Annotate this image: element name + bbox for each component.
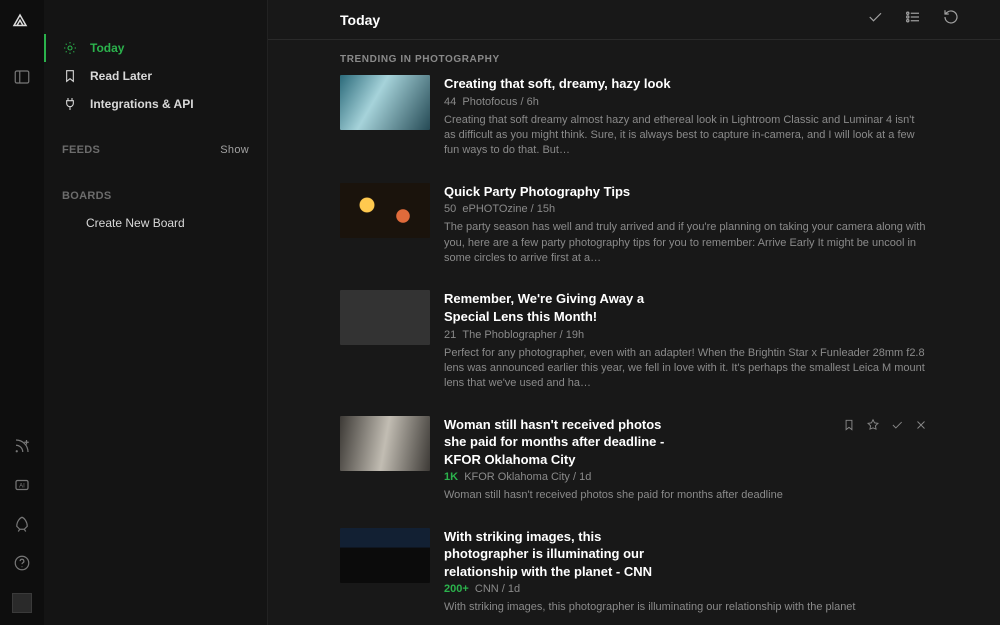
article-summary: Creating that soft dreamy almost hazy an… xyxy=(444,113,928,159)
article-meta: 50 ePHOTOzine / 15h xyxy=(444,203,928,215)
article-thumbnail xyxy=(340,183,430,238)
article-title: Creating that soft, dreamy, hazy look xyxy=(444,75,674,93)
article-source: Photofocus xyxy=(462,96,517,108)
rocket-icon[interactable] xyxy=(13,515,31,538)
engagement-count: 50 xyxy=(444,203,456,215)
article-title: With striking images, this photographer … xyxy=(444,528,674,581)
engagement-count: 21 xyxy=(444,329,456,341)
article-row[interactable]: With striking images, this photographer … xyxy=(340,528,928,616)
topbar: Today xyxy=(268,0,1000,40)
today-icon xyxy=(62,40,78,56)
layout-icon[interactable] xyxy=(904,8,922,31)
save-icon[interactable] xyxy=(842,418,856,437)
sidebar-item-label: Today xyxy=(90,41,124,55)
article-thumbnail xyxy=(340,290,430,345)
ai-icon[interactable]: AI xyxy=(13,476,31,499)
mark-read-icon[interactable] xyxy=(866,8,884,31)
article-summary: With striking images, this photographer … xyxy=(444,600,928,615)
page-title: Today xyxy=(340,12,866,28)
article-age: 19h xyxy=(566,329,584,341)
article-row[interactable]: Remember, We're Giving Away a Special Le… xyxy=(340,290,928,391)
article-row[interactable]: Quick Party Photography Tips 50 ePHOTOzin… xyxy=(340,183,928,267)
help-icon[interactable] xyxy=(13,554,31,577)
article-source: ePHOTOzine xyxy=(462,203,527,215)
boards-header: BOARDS xyxy=(44,182,267,210)
article-age: 1d xyxy=(508,583,520,595)
article-meta: 1K KFOR Oklahoma City / 1d xyxy=(444,471,928,483)
add-feed-icon[interactable] xyxy=(13,437,31,460)
account-square-icon[interactable] xyxy=(12,593,32,613)
engagement-count: 1K xyxy=(444,471,458,483)
article-thumbnail xyxy=(340,528,430,583)
sidebar: Today Read Later Integrations & API FEED… xyxy=(44,0,268,625)
panel-toggle-icon[interactable] xyxy=(13,68,31,91)
icon-rail: AI xyxy=(0,0,44,625)
article-title: Woman still hasn't received photos she p… xyxy=(444,416,674,469)
logo-icon[interactable] xyxy=(11,12,33,34)
article-source: The Phoblographer xyxy=(462,329,556,341)
feeds-show-link[interactable]: Show xyxy=(220,144,249,156)
create-board-link[interactable]: Create New Board xyxy=(44,210,267,236)
article-list: TRENDING IN PHOTOGRAPHY Creating that so… xyxy=(268,40,1000,625)
star-icon[interactable] xyxy=(866,418,880,437)
article-row[interactable]: Woman still hasn't received photos she p… xyxy=(340,416,928,504)
sidebar-item-label: Read Later xyxy=(90,69,152,83)
article-meta: 200+ CNN / 1d xyxy=(444,583,928,595)
article-source: CNN xyxy=(475,583,499,595)
article-summary: The party season has well and truly arri… xyxy=(444,220,928,266)
refresh-icon[interactable] xyxy=(942,8,960,31)
article-title: Remember, We're Giving Away a Special Le… xyxy=(444,290,674,325)
main: Today TRENDING IN PHOTOGRAPHY Creating t… xyxy=(268,0,1000,625)
close-icon[interactable] xyxy=(914,418,928,437)
row-actions xyxy=(842,418,928,437)
article-meta: 44 Photofocus / 6h xyxy=(444,96,928,108)
engagement-count: 200+ xyxy=(444,583,469,595)
sidebar-item-label: Integrations & API xyxy=(90,97,194,111)
sidebar-item-integrations[interactable]: Integrations & API xyxy=(44,90,267,118)
article-row[interactable]: Creating that soft, dreamy, hazy look 44 … xyxy=(340,75,928,159)
article-source: KFOR Oklahoma City xyxy=(464,471,570,483)
article-title: Quick Party Photography Tips xyxy=(444,183,674,201)
plug-icon xyxy=(62,96,78,112)
sidebar-item-today[interactable]: Today xyxy=(44,34,267,62)
engagement-count: 44 xyxy=(444,96,456,108)
article-summary: Woman still hasn't received photos she p… xyxy=(444,488,928,503)
feeds-header: FEEDS Show xyxy=(44,136,267,164)
sidebar-item-read-later[interactable]: Read Later xyxy=(44,62,267,90)
check-icon[interactable] xyxy=(890,418,904,437)
svg-text:AI: AI xyxy=(19,483,25,489)
article-thumbnail xyxy=(340,416,430,471)
article-summary: Perfect for any photographer, even with … xyxy=(444,346,928,392)
article-meta: 21 The Phoblographer / 19h xyxy=(444,329,928,341)
article-age: 1d xyxy=(579,471,591,483)
article-age: 6h xyxy=(527,96,539,108)
article-thumbnail xyxy=(340,75,430,130)
bookmark-icon xyxy=(62,68,78,84)
article-age: 15h xyxy=(537,203,555,215)
section-title: TRENDING IN PHOTOGRAPHY xyxy=(340,54,928,65)
